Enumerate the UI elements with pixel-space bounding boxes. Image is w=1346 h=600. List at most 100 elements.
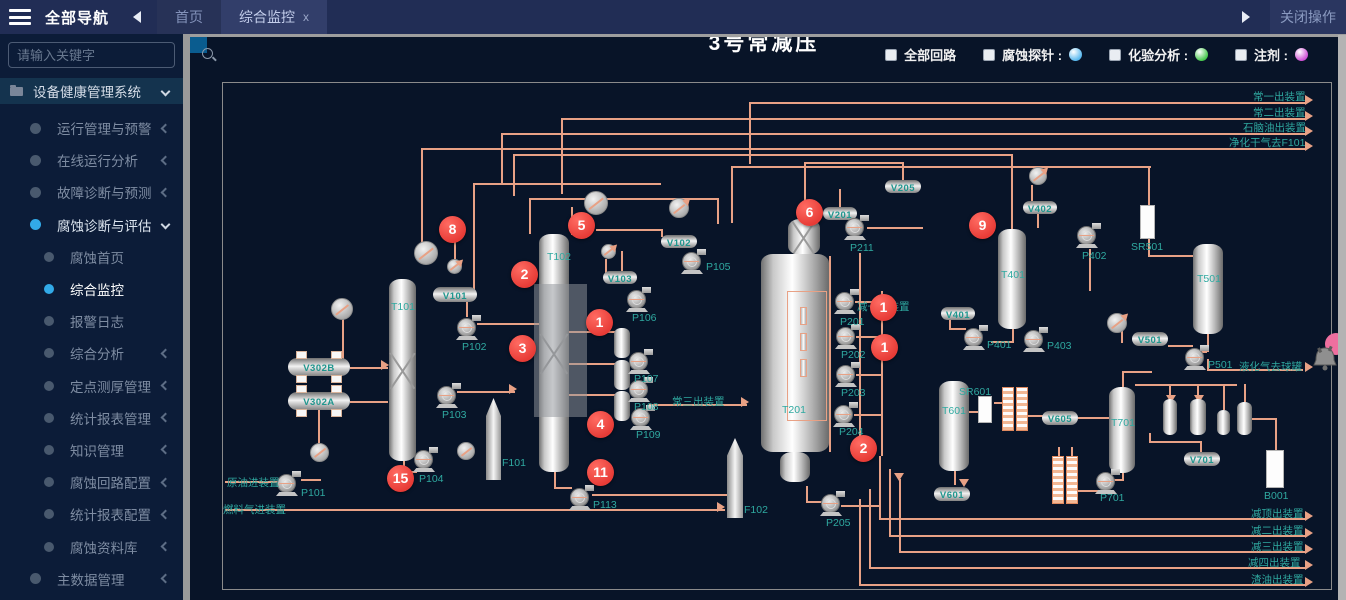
flow-label: 常三出装置	[672, 394, 725, 409]
pump-P401[interactable]	[964, 325, 988, 350]
vessel-V302B[interactable]: V302B	[288, 358, 350, 376]
small-vessel[interactable]	[1237, 402, 1252, 435]
pump-P105[interactable]	[682, 249, 706, 274]
sidebar-item-2[interactable]: 故障诊断与预测	[0, 176, 183, 208]
bullet-dot-icon	[44, 316, 54, 326]
furnace-F101[interactable]	[486, 398, 501, 480]
search-input[interactable]	[9, 48, 201, 63]
sidebar-item-6[interactable]: 报警日志	[0, 305, 183, 337]
pipe	[804, 162, 904, 164]
expand-panel-icon[interactable]	[1242, 11, 1256, 23]
close-operations-button[interactable]: 关闭操作	[1270, 0, 1346, 34]
sidebar-item-10[interactable]: 知识管理	[0, 434, 183, 466]
pump-P205[interactable]	[821, 491, 845, 516]
vessel-V701[interactable]: V701	[1184, 452, 1220, 466]
tab-close-icon[interactable]: x	[303, 10, 309, 24]
furnace-F102[interactable]	[727, 438, 743, 518]
loop-marker[interactable]: 2	[511, 261, 538, 288]
vessel-V605[interactable]: V605	[1042, 411, 1078, 425]
pump-P107[interactable]	[629, 349, 653, 374]
sidebar-item-3[interactable]: 腐蚀诊断与评估	[0, 209, 183, 241]
legend-item: 注剂 :	[1235, 45, 1308, 64]
pump-P701[interactable]	[1096, 469, 1120, 494]
legend-checkbox[interactable]	[1235, 49, 1247, 61]
vessel-V501[interactable]: V501	[1132, 332, 1168, 346]
pump-P204[interactable]	[834, 402, 858, 427]
loop-marker[interactable]: 11	[587, 459, 614, 486]
divider	[183, 34, 1346, 37]
sidebar-item-1[interactable]: 在线运行分析	[0, 144, 183, 176]
pump-P203[interactable]	[836, 362, 860, 387]
vessel-V205[interactable]: V205	[885, 180, 921, 193]
pump-P201[interactable]	[835, 289, 859, 314]
small-vessel[interactable]	[614, 360, 630, 390]
loop-marker[interactable]: 1	[870, 294, 897, 321]
vessel-T701[interactable]	[1109, 387, 1135, 473]
sidebar-item-8[interactable]: 定点测厚管理	[0, 370, 183, 402]
pipe	[899, 551, 1305, 553]
pump-P101[interactable]	[277, 471, 301, 496]
collapse-sidebar-icon[interactable]	[127, 11, 141, 23]
vessel-B001[interactable]	[1266, 450, 1284, 488]
vessel-label: V101	[443, 291, 467, 302]
sidebar-item-14[interactable]: 主数据管理	[0, 563, 183, 595]
pump-P103[interactable]	[437, 383, 461, 408]
sidebar-root-item[interactable]: 设备健康管理系统	[0, 78, 183, 104]
pump-P102[interactable]	[457, 315, 481, 340]
chevron-left-icon	[161, 123, 171, 133]
sidebar-item-5[interactable]: 综合监控	[0, 273, 183, 305]
small-vessel[interactable]	[1163, 399, 1177, 435]
pump-P402[interactable]	[1077, 223, 1101, 248]
loop-marker[interactable]: 1	[586, 309, 613, 336]
vessel-V401[interactable]: V401	[941, 307, 975, 320]
loop-marker[interactable]: 15	[387, 465, 414, 492]
vessel-internals	[787, 291, 827, 421]
sidebar-item-12[interactable]: 统计报表配置	[0, 498, 183, 530]
hamburger-menu-icon[interactable]	[9, 9, 31, 25]
vessel-V601[interactable]: V601	[934, 487, 970, 501]
sidebar-item-11[interactable]: 腐蚀回路配置	[0, 466, 183, 498]
vertical-scrollbar[interactable]	[1338, 35, 1346, 600]
sidebar-item-7[interactable]: 综合分析	[0, 337, 183, 369]
loop-marker[interactable]: 4	[587, 411, 614, 438]
pump-label: P103	[442, 409, 467, 421]
pump-P403[interactable]	[1024, 327, 1048, 352]
sidebar-item-9[interactable]: 统计报表管理	[0, 402, 183, 434]
pump-P501[interactable]	[1185, 345, 1209, 370]
vessel-V302A[interactable]: V302A	[288, 392, 350, 410]
nozzle	[296, 375, 307, 383]
flow-arrow-icon	[1305, 560, 1318, 570]
pipe	[1122, 371, 1124, 387]
vessel-label: V501	[1138, 335, 1162, 346]
loop-marker[interactable]: 5	[568, 212, 595, 239]
vessel-V101[interactable]: V101	[433, 287, 477, 302]
sidebar-item-13[interactable]: 腐蚀资料库	[0, 530, 183, 562]
small-vessel[interactable]	[1190, 399, 1206, 435]
loop-marker[interactable]: 2	[850, 435, 877, 462]
loop-marker[interactable]: 6	[796, 199, 823, 226]
sidebar-item-0[interactable]: 运行管理与预警	[0, 112, 183, 144]
loop-marker[interactable]: 1	[871, 334, 898, 361]
sidebar-item-4[interactable]: 腐蚀首页	[0, 241, 183, 273]
vessel-V103[interactable]: V103	[603, 271, 637, 284]
vessel-SR601[interactable]	[978, 396, 992, 423]
tab-integrated-monitoring[interactable]: 综合监控 x	[221, 0, 327, 34]
tab-home[interactable]: 首页	[157, 0, 221, 34]
small-vessel[interactable]	[1217, 410, 1230, 435]
legend-checkbox[interactable]	[885, 49, 897, 61]
pump-P104[interactable]	[414, 447, 438, 472]
small-vessel[interactable]	[614, 391, 630, 421]
vessel-V402[interactable]: V402	[1023, 201, 1057, 214]
vessel-SR501[interactable]	[1140, 205, 1155, 239]
legend-checkbox[interactable]	[1109, 49, 1121, 61]
loop-marker[interactable]: 8	[439, 216, 466, 243]
legend-checkbox[interactable]	[983, 49, 995, 61]
pump-P106[interactable]	[627, 287, 651, 312]
small-vessel[interactable]	[614, 328, 630, 358]
loop-marker[interactable]: 3	[509, 335, 536, 362]
pump-P113[interactable]	[570, 485, 594, 510]
vessel-V102[interactable]: V102	[661, 235, 697, 248]
vessel-T501[interactable]	[1193, 244, 1223, 334]
pump-P211[interactable]	[845, 215, 869, 240]
loop-marker[interactable]: 9	[969, 212, 996, 239]
